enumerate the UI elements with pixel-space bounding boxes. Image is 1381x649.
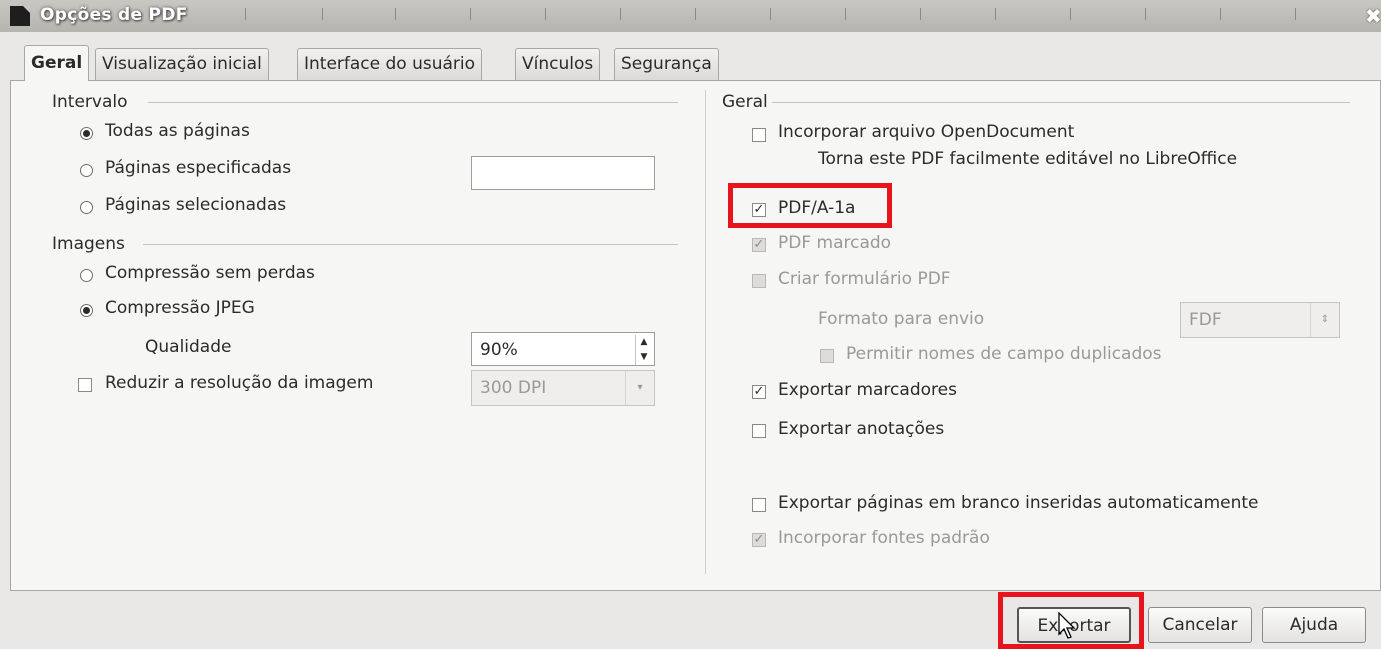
column-divider	[705, 90, 706, 574]
help-button[interactable]: Ajuda	[1262, 607, 1366, 643]
radio-specified-pages[interactable]	[80, 164, 93, 177]
mouse-cursor-icon	[1058, 612, 1076, 639]
cancel-button[interactable]: Cancelar	[1148, 607, 1252, 643]
submit-format-select[interactable]: FDF ⇕	[1180, 302, 1340, 338]
section-separator	[148, 102, 678, 103]
quality-stepper[interactable]: 90% ▲ ▼	[471, 332, 655, 366]
label-reduce-resolution[interactable]: Reduzir a resolução da imagem	[105, 373, 373, 393]
resolution-value: 300 DPI	[480, 378, 547, 398]
label-all-pages[interactable]: Todas as páginas	[105, 121, 250, 141]
label-allow-duplicate[interactable]: Permitir nomes de campo duplicados	[846, 344, 1162, 364]
spin-arrows-icon[interactable]: ▲ ▼	[635, 335, 652, 365]
spin-arrows-icon: ⇕	[1310, 303, 1339, 337]
section-intervalo: Intervalo	[52, 92, 128, 112]
label-embed-std-fonts[interactable]: Incorporar fontes padrão	[778, 528, 990, 548]
label-submit-format: Formato para envio	[818, 309, 985, 329]
radio-lossless[interactable]	[80, 269, 93, 282]
checkbox-export-blank-pages[interactable]	[752, 498, 766, 512]
radio-all-pages[interactable]	[80, 127, 93, 140]
quality-value: 90%	[480, 340, 518, 360]
section-separator	[772, 102, 1350, 103]
label-selected-pages[interactable]: Páginas selecionadas	[105, 195, 286, 215]
document-icon	[10, 6, 30, 26]
label-jpeg[interactable]: Compressão JPEG	[105, 298, 255, 318]
checkbox-embed-odf[interactable]	[752, 128, 766, 142]
resolution-dropdown[interactable]: 300 DPI ▾	[471, 370, 655, 406]
radio-jpeg[interactable]	[80, 304, 93, 317]
window-title: Opções de PDF	[40, 5, 188, 25]
checkbox-create-form[interactable]	[752, 274, 766, 288]
tab-vinculos[interactable]: Vínculos	[515, 48, 601, 80]
highlight-pdfa	[728, 183, 892, 228]
checkbox-tagged-pdf[interactable]: ✓	[752, 238, 766, 252]
submit-format-value: FDF	[1189, 310, 1222, 330]
label-export-blank-pages[interactable]: Exportar páginas em branco inseridas aut…	[778, 493, 1258, 513]
label-specified-pages[interactable]: Páginas especificadas	[105, 158, 291, 178]
hint-embed-odf: Torna este PDF facilmente editável no Li…	[818, 149, 1238, 169]
section-geral: Geral	[722, 92, 768, 112]
label-lossless[interactable]: Compressão sem perdas	[105, 263, 315, 283]
section-separator	[143, 244, 678, 245]
checkbox-export-comments[interactable]	[752, 424, 766, 438]
tab-interface-usuario[interactable]: Interface do usuário	[297, 48, 483, 80]
close-icon[interactable]: ✖	[1365, 4, 1381, 28]
tab-geral[interactable]: Geral	[24, 45, 90, 81]
label-create-form[interactable]: Criar formulário PDF	[778, 269, 951, 289]
specified-pages-input[interactable]	[471, 156, 655, 190]
dropdown-arrow-icon: ▾	[625, 371, 654, 405]
checkbox-allow-duplicate[interactable]	[820, 349, 834, 363]
checkbox-embed-std-fonts[interactable]: ✓	[752, 533, 766, 547]
radio-selected-pages[interactable]	[80, 201, 93, 214]
checkbox-export-bookmarks[interactable]: ✓	[752, 385, 766, 399]
section-imagens: Imagens	[52, 234, 125, 254]
label-tagged-pdf[interactable]: PDF marcado	[778, 233, 891, 253]
label-quality: Qualidade	[145, 337, 232, 357]
tab-seguranca[interactable]: Segurança	[614, 48, 719, 80]
checkbox-reduce-resolution[interactable]	[78, 378, 92, 392]
title-bar[interactable]: Opções de PDF ✖	[0, 0, 1381, 32]
label-export-bookmarks[interactable]: Exportar marcadores	[778, 380, 957, 400]
label-export-comments[interactable]: Exportar anotações	[778, 419, 944, 439]
tab-visualizacao-inicial[interactable]: Visualização inicial	[95, 48, 269, 80]
label-embed-odf[interactable]: Incorporar arquivo OpenDocument	[778, 122, 1074, 142]
